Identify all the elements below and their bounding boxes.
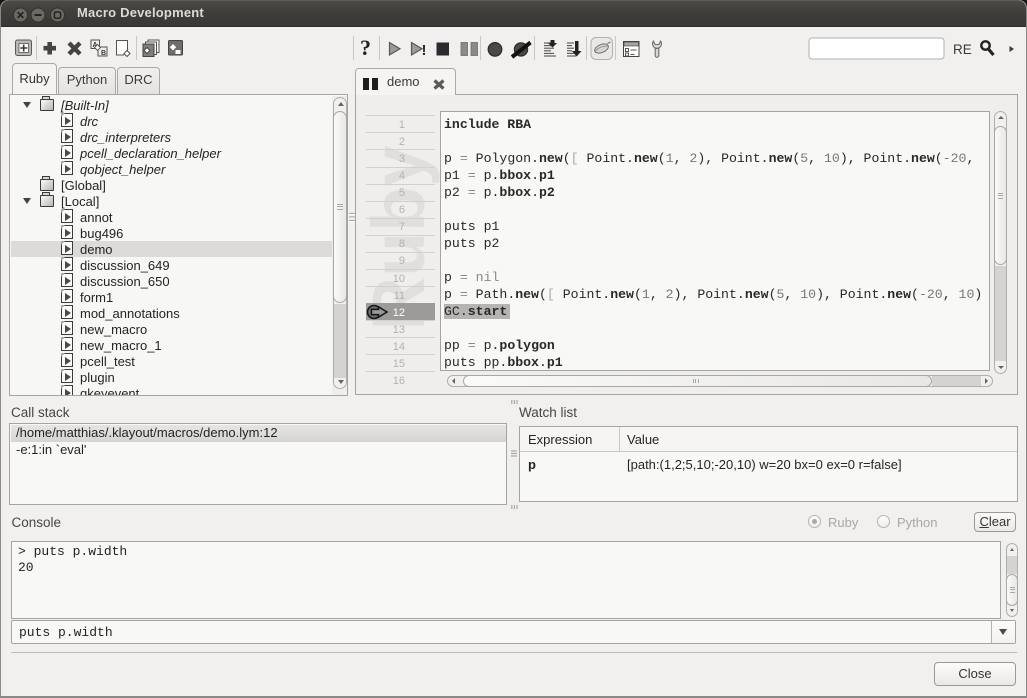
svg-text:!: ! [422,42,427,59]
svg-text:B: B [101,50,106,57]
svg-text:?: ? [360,35,371,60]
svg-text:RE: RE [953,42,972,57]
